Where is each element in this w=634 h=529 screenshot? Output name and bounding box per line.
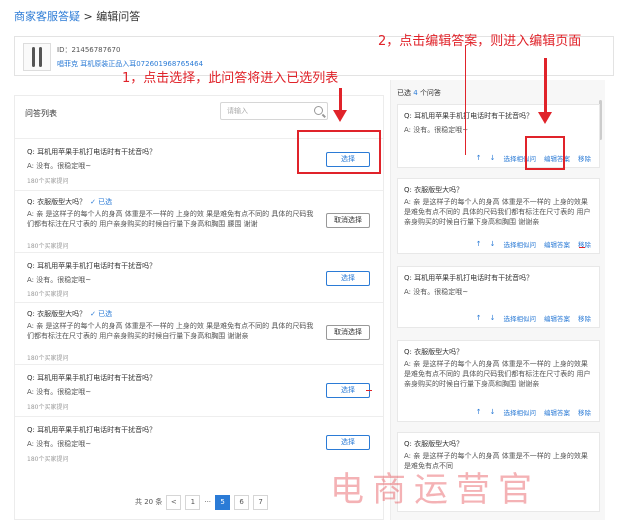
page-ellipsis: ···	[204, 498, 212, 506]
card-actions: ↑ ↓ 选择相似问 编辑答案 移除	[476, 239, 591, 249]
answer-text: A: 亲 是这样子的每个人的身高 体重是不一样的 上身的效果是难免有点不同的 具…	[404, 360, 591, 388]
question-text: Q: 衣服版型大吗？	[404, 440, 464, 448]
question-text: Q: 耳机用苹果手机打电话时有干扰音吗？	[27, 262, 157, 270]
selected-card: Q: 衣服版型大吗？ A: 亲 是这样子的每个人的身高 体重是不一样的 上身的效…	[397, 340, 600, 422]
move-down-icon[interactable]: ↓	[490, 240, 496, 248]
answer-text: A: 没有。很稳定哦~	[404, 288, 469, 296]
page-button[interactable]: 1	[185, 494, 201, 510]
selected-list-panel: 已选 4 个问答 Q: 耳机用苹果手机打电话时有干扰音吗？ A: 没有。很稳定哦…	[390, 80, 605, 520]
pagination: 共 20 条 < 1 ··· 5 6 7	[135, 494, 269, 510]
question-text: Q: 耳机用苹果手机打电话时有干扰音吗？	[27, 374, 157, 382]
move-up-icon[interactable]: ↑	[476, 314, 482, 322]
question-text: Q: 衣服版型大吗？	[404, 348, 464, 356]
list-item: Q: 耳机用苹果手机打电话时有干扰音吗？ A: 没有。很稳定哦~ 180个买家提…	[15, 416, 383, 468]
move-down-icon[interactable]: ↓	[490, 314, 496, 322]
remove-link[interactable]: 移除	[578, 313, 591, 323]
list-item: Q: 耳机用苹果手机打电话时有干扰音吗？ A: 没有。很稳定哦~ 180个买家提…	[15, 364, 383, 416]
page-button-active[interactable]: 5	[215, 494, 231, 510]
product-thumbnail	[23, 43, 51, 71]
list-item: Q: 衣服版型大吗？ ✓ 已选 A: 亲 是这样子的每个人的身高 体重是不一样的 …	[15, 302, 383, 364]
select-button[interactable]: 选择	[326, 383, 370, 398]
search-input[interactable]: 请输入	[220, 102, 328, 120]
remove-link[interactable]: 移除	[578, 153, 591, 163]
guide-mark	[579, 247, 585, 248]
move-up-icon[interactable]: ↑	[476, 240, 482, 248]
move-up-icon[interactable]: ↑	[476, 408, 482, 416]
answer-text: A: 亲 是这样子的每个人的身高 体重是不一样的 上身的效果是难免有点不同的 具…	[404, 198, 591, 226]
edit-answer-link[interactable]: 编辑答案	[544, 239, 570, 249]
list-item: Q: 衣服版型大吗？ ✓ 已选 A: 亲 是这样子的每个人的身高 体重是不一样的 …	[15, 190, 383, 252]
page-button[interactable]: 7	[253, 494, 269, 510]
question-text: Q: 衣服版型大吗？ ✓ 已选	[27, 310, 113, 318]
cancel-select-button[interactable]: 取消选择	[326, 213, 370, 228]
move-down-icon[interactable]: ↓	[490, 408, 496, 416]
annotation-step2: 2，点击编辑答案，则进入编辑页面	[378, 34, 582, 49]
answer-text: A: 没有。很稳定哦~	[27, 440, 92, 448]
cancel-select-button[interactable]: 取消选择	[326, 325, 370, 340]
selected-card: Q: 耳机用苹果手机打电话时有干扰音吗？ A: 没有。很稳定哦~ ↑ ↓ 选择相…	[397, 104, 600, 168]
prev-page-button[interactable]: <	[166, 494, 182, 510]
similar-question-link[interactable]: 选择相似问	[504, 407, 537, 417]
guide-mark	[366, 390, 372, 391]
remove-link[interactable]: 移除	[578, 407, 591, 417]
move-down-icon[interactable]: ↓	[490, 154, 496, 162]
question-text: Q: 衣服版型大吗？	[404, 186, 464, 194]
similar-question-link[interactable]: 选择相似问	[504, 313, 537, 323]
question-text: Q: 耳机用苹果手机打电话时有干扰音吗？	[404, 112, 534, 120]
move-up-icon[interactable]: ↑	[476, 154, 482, 162]
watermark: 电商运营官	[330, 470, 540, 510]
edit-answer-link[interactable]: 编辑答案	[544, 407, 570, 417]
arrow-shaft	[339, 88, 342, 112]
ask-count: 180个买家提问	[27, 178, 69, 185]
ask-count: 180个买家提问	[27, 243, 69, 250]
answer-text: A: 亲 是这样子的每个人的身高 体重是不一样的 上身的效 果是难免有点不同的 …	[27, 210, 314, 228]
breadcrumb: 商家客服答疑 > 编辑问答	[14, 10, 141, 23]
card-actions: ↑ ↓ 选择相似问 编辑答案 移除	[476, 313, 591, 323]
ask-count: 180个买家提问	[27, 355, 69, 362]
answer-text: A: 没有。很稳定哦~	[404, 126, 469, 134]
pagination-total: 共 20 条	[135, 498, 163, 506]
arrow-shaft	[544, 58, 547, 114]
highlight-box-edit	[525, 136, 565, 170]
question-text: Q: 耳机用苹果手机打电话时有干扰音吗？	[27, 426, 157, 434]
arrow-down-icon	[538, 112, 552, 124]
select-button[interactable]: 选择	[326, 271, 370, 286]
edit-answer-link[interactable]: 编辑答案	[544, 313, 570, 323]
card-actions: ↑ ↓ 选择相似问 编辑答案 移除	[476, 407, 591, 417]
question-text: Q: 耳机用苹果手机打电话时有干扰音吗？	[27, 148, 157, 156]
guide-line	[465, 45, 466, 155]
highlight-box-select	[297, 130, 381, 174]
product-id: ID：21456787670	[57, 46, 121, 54]
selected-card: Q: 衣服版型大吗？ A: 亲 是这样子的每个人的身高 体重是不一样的 上身的效…	[397, 178, 600, 254]
search-icon[interactable]	[314, 106, 323, 115]
answer-text: A: 没有。很稳定哦~	[27, 276, 92, 284]
question-text: Q: 耳机用苹果手机打电话时有干扰音吗？	[404, 274, 534, 282]
answer-text: A: 亲 是这样子的每个人的身高 体重是不一样的 上身的效 果是难免有点不同的 …	[27, 322, 314, 340]
list-item: Q: 耳机用苹果手机打电话时有干扰音吗？ A: 没有。很稳定哦~ 180个买家提…	[15, 252, 383, 302]
ask-count: 180个买家提问	[27, 404, 69, 411]
page-button[interactable]: 6	[234, 494, 250, 510]
arrow-down-icon	[333, 110, 347, 122]
selected-badge: ✓ 已选	[90, 310, 113, 318]
answer-text: A: 没有。很稳定哦~	[27, 162, 92, 170]
selected-badge: ✓ 已选	[90, 198, 113, 206]
breadcrumb-current: 编辑问答	[96, 10, 141, 23]
question-text: Q: 衣服版型大吗？ ✓ 已选	[27, 198, 113, 206]
selected-list-header: 已选 4 个问答	[397, 89, 441, 97]
select-button[interactable]: 选择	[326, 435, 370, 450]
breadcrumb-link[interactable]: 商家客服答疑	[14, 10, 80, 23]
qa-list-header: 问答列表	[25, 109, 57, 118]
selected-card: Q: 耳机用苹果手机打电话时有干扰音吗？ A: 没有。很稳定哦~ ↑ ↓ 选择相…	[397, 266, 600, 328]
similar-question-link[interactable]: 选择相似问	[504, 239, 537, 249]
annotation-step1: 1，点击选择，此问答将进入已选列表	[122, 71, 339, 86]
ask-count: 180个买家提问	[27, 456, 69, 463]
answer-text: A: 没有。很稳定哦~	[27, 388, 92, 396]
ask-count: 180个买家提问	[27, 291, 69, 298]
